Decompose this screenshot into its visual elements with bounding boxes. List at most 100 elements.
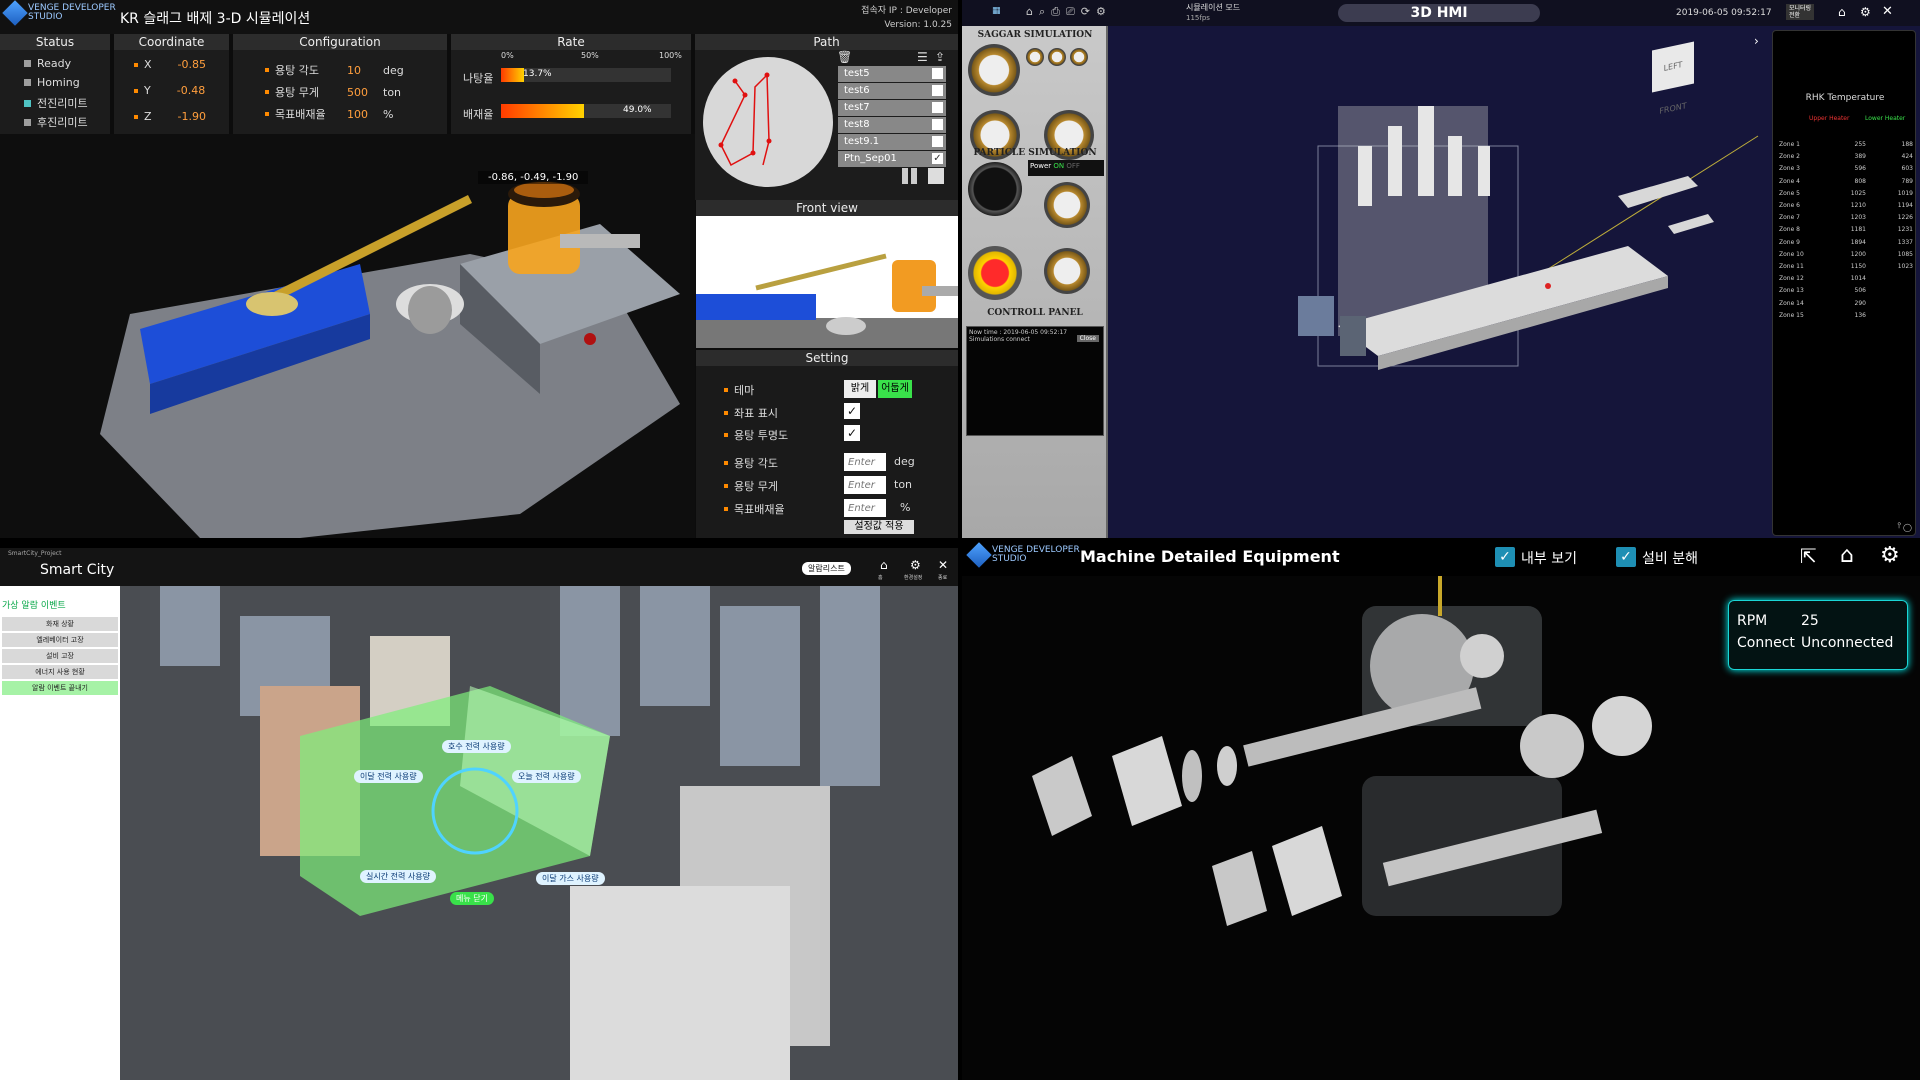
knob-small[interactable]	[1026, 48, 1044, 66]
alarm-item-energy[interactable]: 에너지 사용 현황	[2, 665, 118, 679]
zone-zone: Zone 9	[1779, 238, 1800, 246]
path-item-label: test9.1	[844, 136, 880, 147]
path-item[interactable]: test6	[838, 83, 946, 99]
axis-value: -1.90	[177, 110, 207, 123]
zone-upper: 596	[1854, 165, 1866, 173]
close-icon[interactable]: ✕	[938, 558, 948, 572]
bullet-icon	[134, 62, 138, 67]
view-cube[interactable]: LEFT FRONT	[1652, 41, 1694, 116]
grid-logo-icon: ▦	[992, 6, 1001, 16]
monitor-switch-button[interactable]: 모니터링 전환	[1786, 4, 1815, 20]
gear-icon[interactable]: ⚙	[910, 558, 921, 572]
knob-large[interactable]	[1044, 248, 1090, 294]
path-checkbox[interactable]	[932, 136, 943, 147]
zone-lower: 1023	[1897, 263, 1913, 270]
pin-icon[interactable]: ⫯	[1898, 521, 1901, 531]
trash-icon[interactable]: 🗑	[837, 50, 852, 64]
path-item[interactable]: test9.1	[838, 134, 946, 150]
home-icon[interactable]: ⌂	[1840, 543, 1854, 568]
label-today-power[interactable]: 오늘 전력 사용량	[512, 770, 581, 783]
alarm-sidebar: 가상 알람 이벤트 화재 상황 엘레베이터 고장 설비 고장 에너지 사용 현황…	[0, 586, 120, 1080]
path-checkbox[interactable]	[932, 68, 943, 79]
path-item[interactable]: test5	[838, 66, 946, 82]
target-unit: %	[900, 501, 911, 514]
pause-icon[interactable]	[902, 168, 908, 184]
label-realtime-power[interactable]: 실시간 전력 사용량	[360, 870, 436, 883]
bullet-icon	[724, 433, 728, 437]
smart-city-title: Smart City	[40, 562, 115, 578]
zone-row: Zone 11 1150 1023	[1779, 263, 1913, 270]
theme-row: 테마	[724, 382, 754, 398]
path-checkbox[interactable]	[932, 119, 943, 130]
pause-icon[interactable]	[911, 168, 917, 184]
disassemble-checkbox[interactable]: ✓	[1616, 547, 1636, 567]
coord-show-checkbox[interactable]: ✓	[844, 403, 860, 419]
config-angle: 용탕 각도 10 deg	[265, 62, 404, 78]
angle-unit: deg	[894, 455, 915, 468]
log-close-button[interactable]: Close	[1076, 335, 1099, 342]
close-icon[interactable]: ✕	[1882, 4, 1893, 19]
power-label: Power	[1030, 162, 1052, 170]
alarm-list-button[interactable]: 알람리스트	[802, 562, 851, 575]
inner-view-checkbox[interactable]: ✓	[1495, 547, 1515, 567]
particle-title: PARTICLE SIMULATION	[973, 148, 1097, 158]
home-icon[interactable]: ⌂	[1838, 5, 1846, 19]
home-icon[interactable]: ⌂	[880, 558, 888, 572]
config-label: 용탕 각도	[275, 64, 319, 77]
chevron-right-icon[interactable]: ›	[1754, 34, 1759, 48]
path-item[interactable]: test8	[838, 117, 946, 133]
front-view-canvas[interactable]	[696, 216, 958, 348]
status-indicator-icon	[24, 99, 31, 107]
knob-small[interactable]	[1070, 48, 1088, 66]
zone-upper: 1025	[1850, 189, 1866, 197]
gear-icon[interactable]: ⚙	[1880, 543, 1900, 568]
path-item[interactable]: Ptn_Sep01 ✓	[838, 151, 946, 167]
toolbar-icons[interactable]: ⌂⌕⎙⎚⟳⚙	[1026, 5, 1112, 19]
q1-logo: VENGE DEVELOPER STUDIO	[2, 0, 116, 26]
setting-header: Setting	[696, 350, 958, 366]
emergency-stop-button[interactable]	[968, 246, 1022, 300]
list-icon[interactable]: ☰	[917, 50, 928, 64]
zone-row: Zone 3 596 603	[1779, 165, 1913, 172]
export-icon[interactable]: ⇱	[1800, 544, 1817, 568]
refresh-icon[interactable]: ◯	[1903, 523, 1912, 532]
slag-3d-scene[interactable]: -0.86, -0.49, -1.90	[0, 134, 695, 538]
angle-label: 용탕 각도	[734, 457, 778, 470]
path-item[interactable]: test7	[838, 100, 946, 116]
path-checkbox[interactable]	[932, 102, 943, 113]
city-3d-scene[interactable]: 호수 전력 사용량 이달 전력 사용량 오늘 전력 사용량 실시간 전력 사용량…	[120, 586, 958, 1080]
alarm-item-equipment[interactable]: 설비 고장	[2, 649, 118, 663]
rpm-value: 25	[1801, 613, 1819, 629]
alarm-item-end[interactable]: 알람 이벤트 끝내기	[2, 681, 118, 695]
rpm-status-panel: RPM 25 Connect Unconnected	[1728, 600, 1908, 670]
apply-settings-button[interactable]: 설정값 적용	[844, 520, 914, 534]
label-household-power[interactable]: 호수 전력 사용량	[442, 740, 511, 753]
angle-input[interactable]	[844, 453, 886, 471]
upload-icon[interactable]: ⇪	[935, 50, 945, 64]
path-canvas[interactable]	[703, 57, 833, 187]
menu-close-button[interactable]: 메뉴 닫기	[450, 892, 494, 905]
power-toggle[interactable]: Power ON OFF	[1028, 160, 1104, 176]
stop-icon[interactable]	[928, 168, 944, 184]
transparency-checkbox[interactable]: ✓	[844, 425, 860, 441]
coord-z: Z -1.90	[134, 110, 206, 123]
path-checkbox[interactable]	[932, 85, 943, 96]
label-monthly-power[interactable]: 이달 전력 사용량	[354, 770, 423, 783]
target-input[interactable]	[844, 499, 886, 517]
knob-large[interactable]	[1044, 182, 1090, 228]
gear-icon[interactable]: ⚙	[1860, 5, 1871, 19]
setting-panel: 테마 밝게 어둡게 좌표 표시 ✓ 용탕 투명도 ✓ 용탕 각도 deg 용탕 …	[696, 366, 958, 538]
weight-unit: ton	[894, 478, 913, 491]
logo-text: VENGE DEVELOPER STUDIO	[28, 3, 116, 22]
kr-slag-simulation-window: VENGE DEVELOPER STUDIO KR 슬래그 배제 3-D 시뮬레…	[0, 0, 958, 538]
bullet-icon	[724, 388, 728, 392]
knob-small[interactable]	[1048, 48, 1066, 66]
alarm-item-elevator[interactable]: 엘레베이터 고장	[2, 633, 118, 647]
weight-input[interactable]	[844, 476, 886, 494]
zone-zone: Zone 11	[1779, 263, 1804, 270]
label-monthly-gas[interactable]: 이달 가스 사용량	[536, 872, 605, 885]
alarm-item-fire[interactable]: 화재 상황	[2, 617, 118, 631]
theme-light-button[interactable]: 밝게	[844, 380, 876, 398]
theme-dark-button[interactable]: 어둡게	[878, 380, 912, 398]
path-checkbox[interactable]: ✓	[932, 153, 943, 164]
